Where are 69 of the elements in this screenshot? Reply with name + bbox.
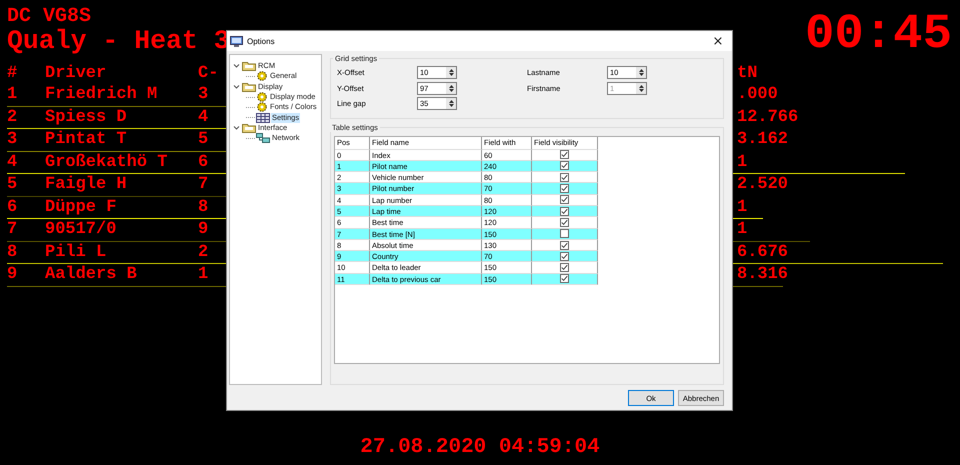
position-cell: 6 bbox=[7, 196, 18, 218]
folder-icon bbox=[242, 122, 256, 133]
gear-icon bbox=[256, 71, 268, 82]
checkbox[interactable] bbox=[560, 172, 569, 182]
date-time: 27.08.2020 04:59:04 bbox=[360, 436, 600, 459]
position-cell: 9 bbox=[7, 264, 18, 286]
car-number-cell: 4 bbox=[198, 106, 208, 128]
column-header: Driver bbox=[45, 63, 106, 85]
driver-cell: Düppe F bbox=[45, 196, 116, 218]
chevron-down-icon[interactable] bbox=[233, 63, 240, 70]
checkbox[interactable] bbox=[560, 274, 569, 284]
time-cell: .000 bbox=[737, 84, 778, 106]
position-cell: 2 bbox=[7, 106, 18, 128]
checkbox[interactable] bbox=[560, 150, 569, 160]
driver-cell: Pintat T bbox=[45, 129, 127, 150]
time-cell: 1 bbox=[737, 219, 748, 240]
car-number-cell: 3 bbox=[198, 84, 208, 106]
position-cell: 3 bbox=[7, 129, 18, 150]
network-icon bbox=[256, 133, 270, 144]
car-number-cell: 2 bbox=[198, 242, 208, 263]
time-cell: 3.162 bbox=[737, 129, 788, 150]
folder-icon bbox=[242, 61, 256, 72]
column-header: tN bbox=[737, 63, 758, 85]
gear-icon bbox=[256, 92, 268, 102]
car-number-cell: 1 bbox=[198, 264, 208, 286]
driver-cell: 90517/0 bbox=[45, 219, 116, 240]
window-icon bbox=[230, 36, 243, 46]
time-cell: 6.676 bbox=[737, 242, 788, 263]
checkbox[interactable] bbox=[560, 240, 569, 250]
grid-icon bbox=[256, 112, 270, 123]
car-number-cell: 8 bbox=[198, 196, 208, 218]
checkbox[interactable] bbox=[560, 218, 569, 227]
chevron-down-icon[interactable] bbox=[233, 84, 240, 90]
close-button[interactable]: × bbox=[704, 31, 732, 51]
checkbox[interactable] bbox=[560, 206, 569, 216]
position-cell: 4 bbox=[7, 152, 18, 173]
checkbox[interactable] bbox=[560, 263, 569, 272]
time-cell: 1 bbox=[737, 152, 748, 173]
checkbox[interactable] bbox=[560, 252, 569, 261]
window-title: Options bbox=[247, 36, 276, 46]
driver-cell: Pili L bbox=[45, 242, 106, 263]
checkbox[interactable] bbox=[560, 229, 569, 238]
position-cell: 1 bbox=[7, 84, 18, 106]
time-cell: 2.520 bbox=[737, 174, 788, 196]
driver-cell: Großekathö T bbox=[45, 152, 168, 173]
checkbox[interactable] bbox=[560, 184, 569, 194]
checkbox[interactable] bbox=[560, 161, 569, 170]
driver-cell: Faigle H bbox=[45, 174, 127, 196]
gear-icon bbox=[256, 102, 268, 112]
car-number-cell: 5 bbox=[198, 129, 208, 150]
driver-cell: Aalders B bbox=[45, 264, 137, 286]
column-header: # bbox=[7, 63, 18, 85]
checkbox[interactable] bbox=[560, 195, 569, 204]
chevron-down-icon[interactable] bbox=[233, 124, 240, 131]
race-clock: 00:45 bbox=[804, 8, 952, 55]
driver-cell: Friedrich M bbox=[45, 84, 158, 106]
car-number-cell: 9 bbox=[198, 219, 208, 240]
column-header: C- bbox=[198, 63, 218, 85]
position-cell: 8 bbox=[7, 242, 18, 263]
position-cell: 5 bbox=[7, 174, 18, 196]
position-cell: 7 bbox=[7, 219, 18, 240]
folder-icon bbox=[242, 82, 256, 92]
time-cell: 8.316 bbox=[737, 264, 788, 286]
car-number-cell: 6 bbox=[198, 152, 208, 173]
time-cell: 1 bbox=[737, 196, 748, 218]
car-number-cell: 7 bbox=[198, 174, 208, 196]
driver-cell: Spiess D bbox=[45, 106, 127, 128]
time-cell: 12.766 bbox=[737, 106, 798, 128]
event-title: DC VG8S bbox=[7, 6, 92, 28]
